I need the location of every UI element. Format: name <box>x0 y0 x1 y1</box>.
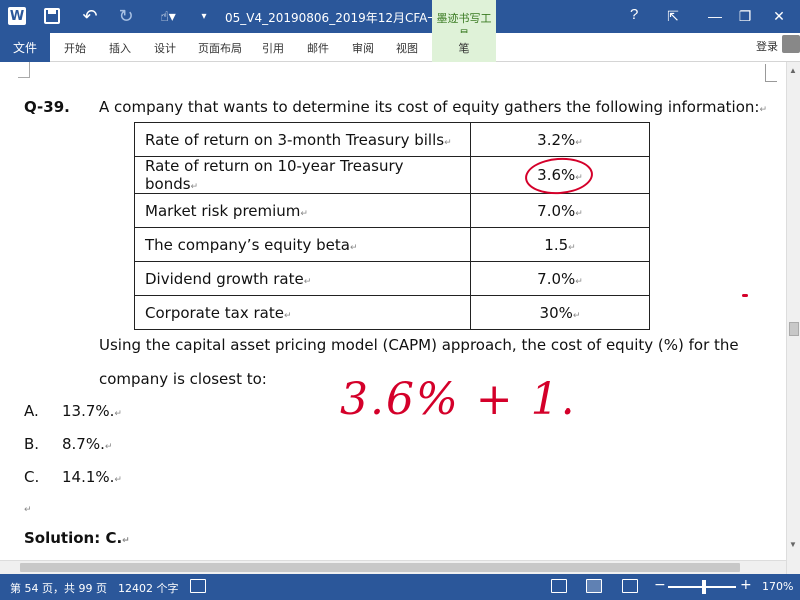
option-c-text: 14.1%.↵ <box>62 468 122 486</box>
tab-insert[interactable]: 插入 <box>109 40 131 56</box>
table-row: Market risk premium↵ 7.0%↵ <box>134 193 650 228</box>
table-cell-label: Corporate tax rate↵ <box>134 295 471 330</box>
table-cell-value: 30%↵ <box>470 295 650 330</box>
question-prompt-text: A company that wants to determine its co… <box>99 98 760 116</box>
scroll-down-arrow-icon[interactable]: ▼ <box>789 540 797 549</box>
question-stem-line-1: Using the capital asset pricing model (C… <box>99 336 739 354</box>
ribbon-tab-bar: 文件 开始 插入 设计 页面布局 引用 邮件 审阅 视图 笔 登录 <box>0 33 800 62</box>
info-table: Rate of return on 3-month Treasury bills… <box>134 122 650 330</box>
user-avatar-icon[interactable] <box>782 35 800 53</box>
table-row: Dividend growth rate↵ 7.0%↵ <box>134 261 650 296</box>
status-bar: 第 54 页，共 99 页 12402 个字 − + 170% <box>0 574 800 600</box>
print-layout-icon[interactable] <box>586 579 602 593</box>
page-count-status[interactable]: 第 54 页，共 99 页 <box>10 580 107 596</box>
document-page[interactable]: Q-39. A company that wants to determine … <box>0 62 786 574</box>
handwritten-ink-annotation: 3.6% + 1. <box>340 374 577 425</box>
word-count-status[interactable]: 12402 个字 <box>118 580 179 596</box>
ribbon-display-options-button[interactable]: ⇱ <box>658 4 688 28</box>
table-row: Rate of return on 10-year Treasury bonds… <box>134 156 650 194</box>
table-row: Corporate tax rate↵ 30%↵ <box>134 295 650 330</box>
table-cell-label: Rate of return on 10-year Treasury bonds… <box>134 156 471 194</box>
question-stem-line-2: company is closest to: <box>99 370 267 388</box>
vertical-scroll-thumb[interactable] <box>789 322 799 336</box>
question-number: Q-39. <box>24 98 70 116</box>
zoom-slider-thumb[interactable] <box>702 580 706 594</box>
zoom-level[interactable]: 170% <box>762 580 793 593</box>
tab-file[interactable]: 文件 <box>0 33 50 62</box>
word-app-icon[interactable]: W <box>8 7 26 25</box>
ink-stroke-dot <box>566 408 570 414</box>
help-button[interactable]: ? <box>630 6 638 23</box>
ink-stroke-dot <box>742 294 748 297</box>
read-mode-icon[interactable] <box>551 579 567 593</box>
table-cell-value: 7.0%↵ <box>470 193 650 228</box>
tab-home[interactable]: 开始 <box>64 40 86 56</box>
horizontal-scrollbar[interactable] <box>0 560 786 574</box>
option-b-letter: B. <box>24 435 40 453</box>
tab-design[interactable]: 设计 <box>154 40 176 56</box>
maximize-button[interactable]: ❐ <box>730 4 760 28</box>
proofing-icon[interactable] <box>190 579 206 593</box>
horizontal-scroll-thumb[interactable] <box>20 563 740 572</box>
table-cell-label: Rate of return on 3-month Treasury bills… <box>134 122 471 157</box>
zoom-out-button[interactable]: − <box>654 577 666 593</box>
save-icon[interactable] <box>44 8 60 24</box>
table-row: The company’s equity beta↵ 1.5↵ <box>134 227 650 262</box>
table-cell-value: 1.5↵ <box>470 227 650 262</box>
vertical-scrollbar[interactable]: ▲ ▼ <box>786 62 800 574</box>
close-button[interactable]: ✕ <box>764 4 794 28</box>
option-c-letter: C. <box>24 468 40 486</box>
margin-corner-mark <box>18 62 30 78</box>
option-a-text: 13.7%.↵ <box>62 402 122 420</box>
undo-icon[interactable]: ↶ <box>80 6 100 26</box>
minimize-button[interactable]: — <box>700 4 730 28</box>
table-cell-label: Dividend growth rate↵ <box>134 261 471 296</box>
tab-layout[interactable]: 页面布局 <box>198 40 242 56</box>
zoom-in-button[interactable]: + <box>740 577 752 593</box>
title-bar: W ↶ ↻ ☝▾ ▾ 05_V4_20190806_2019年12月CFA一级百… <box>0 0 800 62</box>
tab-view[interactable]: 视图 <box>396 40 418 56</box>
sign-in-link[interactable]: 登录 <box>756 38 778 54</box>
option-a-letter: A. <box>24 402 39 420</box>
touch-mode-icon[interactable]: ☝▾ <box>154 6 182 26</box>
table-cell-value: 3.6%↵ <box>470 156 650 194</box>
margin-corner-mark-right <box>765 64 777 82</box>
table-cell-value: 3.2%↵ <box>470 122 650 157</box>
paragraph-mark: ↵ <box>759 105 768 115</box>
web-layout-icon[interactable] <box>622 579 638 593</box>
tab-review[interactable]: 审阅 <box>352 40 374 56</box>
tab-references[interactable]: 引用 <box>262 40 284 56</box>
customize-quick-access-icon[interactable]: ▾ <box>198 6 210 26</box>
table-row: Rate of return on 3-month Treasury bills… <box>134 122 650 157</box>
option-b-text: 8.7%.↵ <box>62 435 113 453</box>
question-prompt: A company that wants to determine its co… <box>99 98 767 116</box>
redo-icon[interactable]: ↻ <box>116 6 136 26</box>
tab-mailings[interactable]: 邮件 <box>307 40 329 56</box>
table-cell-value: 7.0%↵ <box>470 261 650 296</box>
table-cell-label: The company’s equity beta↵ <box>134 227 471 262</box>
ink-circle-highlight: 3.6% <box>537 166 576 184</box>
scroll-up-arrow-icon[interactable]: ▲ <box>789 66 797 75</box>
empty-paragraph-mark: ↵ <box>24 504 32 514</box>
solution-text: Solution: C.↵ <box>24 529 130 547</box>
tab-pen[interactable]: 笔 <box>432 33 496 62</box>
table-cell-label: Market risk premium↵ <box>134 193 471 228</box>
